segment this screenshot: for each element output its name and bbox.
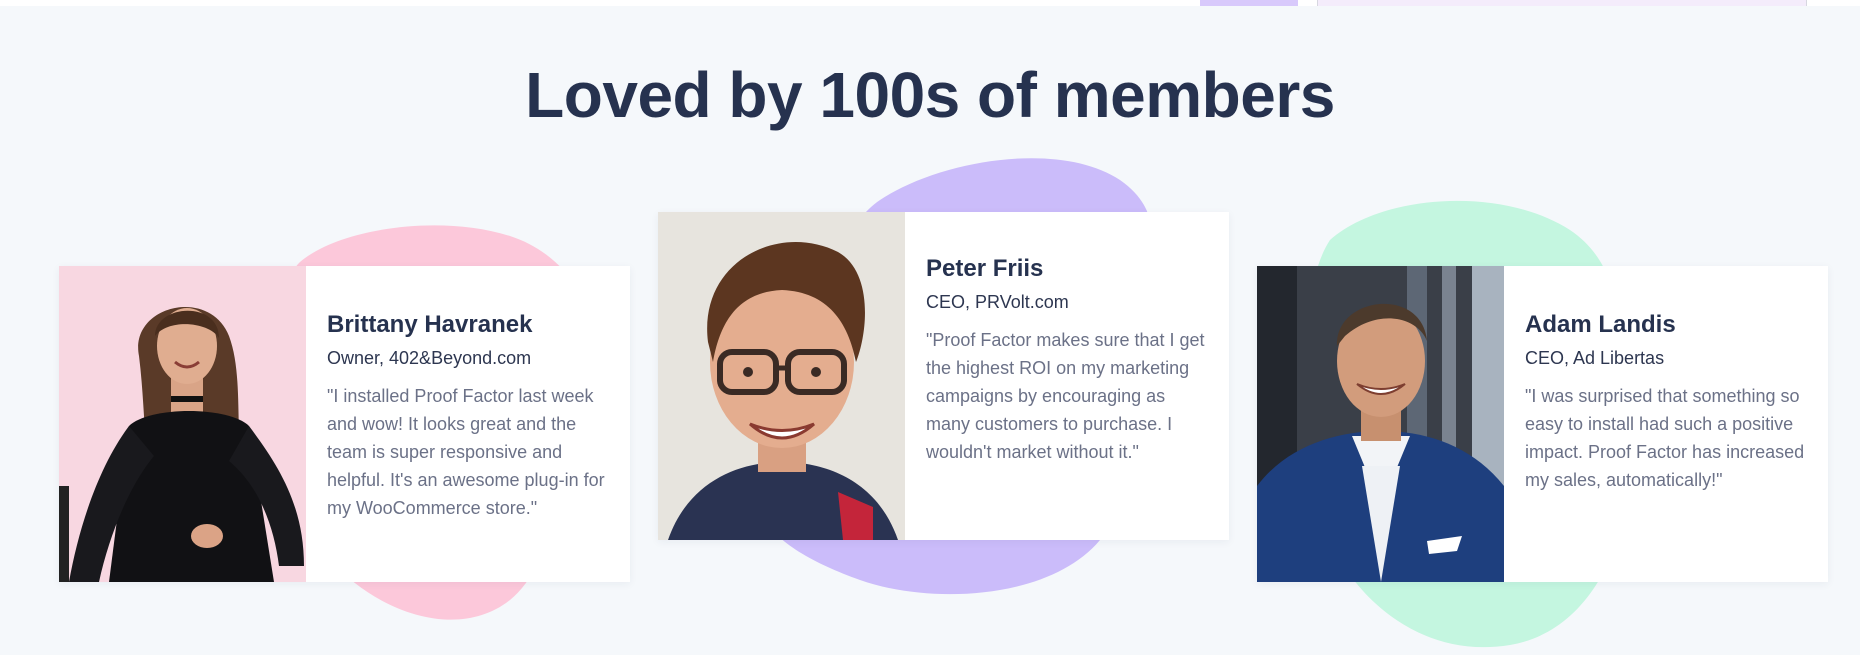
testimonial-text: Adam Landis CEO, Ad Libertas "I was surp… <box>1504 266 1828 582</box>
testimonial-text: Peter Friis CEO, PRVolt.com "Proof Facto… <box>905 212 1229 540</box>
testimonial-role: CEO, Ad Libertas <box>1525 348 1665 368</box>
testimonial-role: CEO, PRVolt.com <box>926 292 1069 312</box>
testimonial-quote: "I installed Proof Factor last week and … <box>327 386 605 518</box>
testimonial-photo-man-suit <box>1257 266 1504 582</box>
man-glasses-portrait-icon <box>658 212 905 540</box>
testimonial-card: Peter Friis CEO, PRVolt.com "Proof Facto… <box>658 212 1229 540</box>
man-suit-portrait-icon <box>1257 266 1504 582</box>
testimonial-text: Brittany Havranek Owner, 402&Beyond.com … <box>306 266 630 582</box>
testimonial-photo-man-glasses <box>658 212 905 540</box>
testimonial-quote: "Proof Factor makes sure that I get the … <box>926 330 1205 462</box>
woman-portrait-icon <box>59 266 306 582</box>
testimonial-name: Adam Landis <box>1525 311 1676 338</box>
testimonial-card: Adam Landis CEO, Ad Libertas "I was surp… <box>1257 266 1828 582</box>
testimonial-role: Owner, 402&Beyond.com <box>327 348 532 368</box>
testimonial-card: Brittany Havranek Owner, 402&Beyond.com … <box>59 266 630 582</box>
testimonial-quote: "I was surprised that something so easy … <box>1525 386 1805 490</box>
testimonial-name: Brittany Havranek <box>327 311 533 338</box>
testimonial-photo-woman <box>59 266 306 582</box>
testimonial-name: Peter Friis <box>926 255 1044 282</box>
